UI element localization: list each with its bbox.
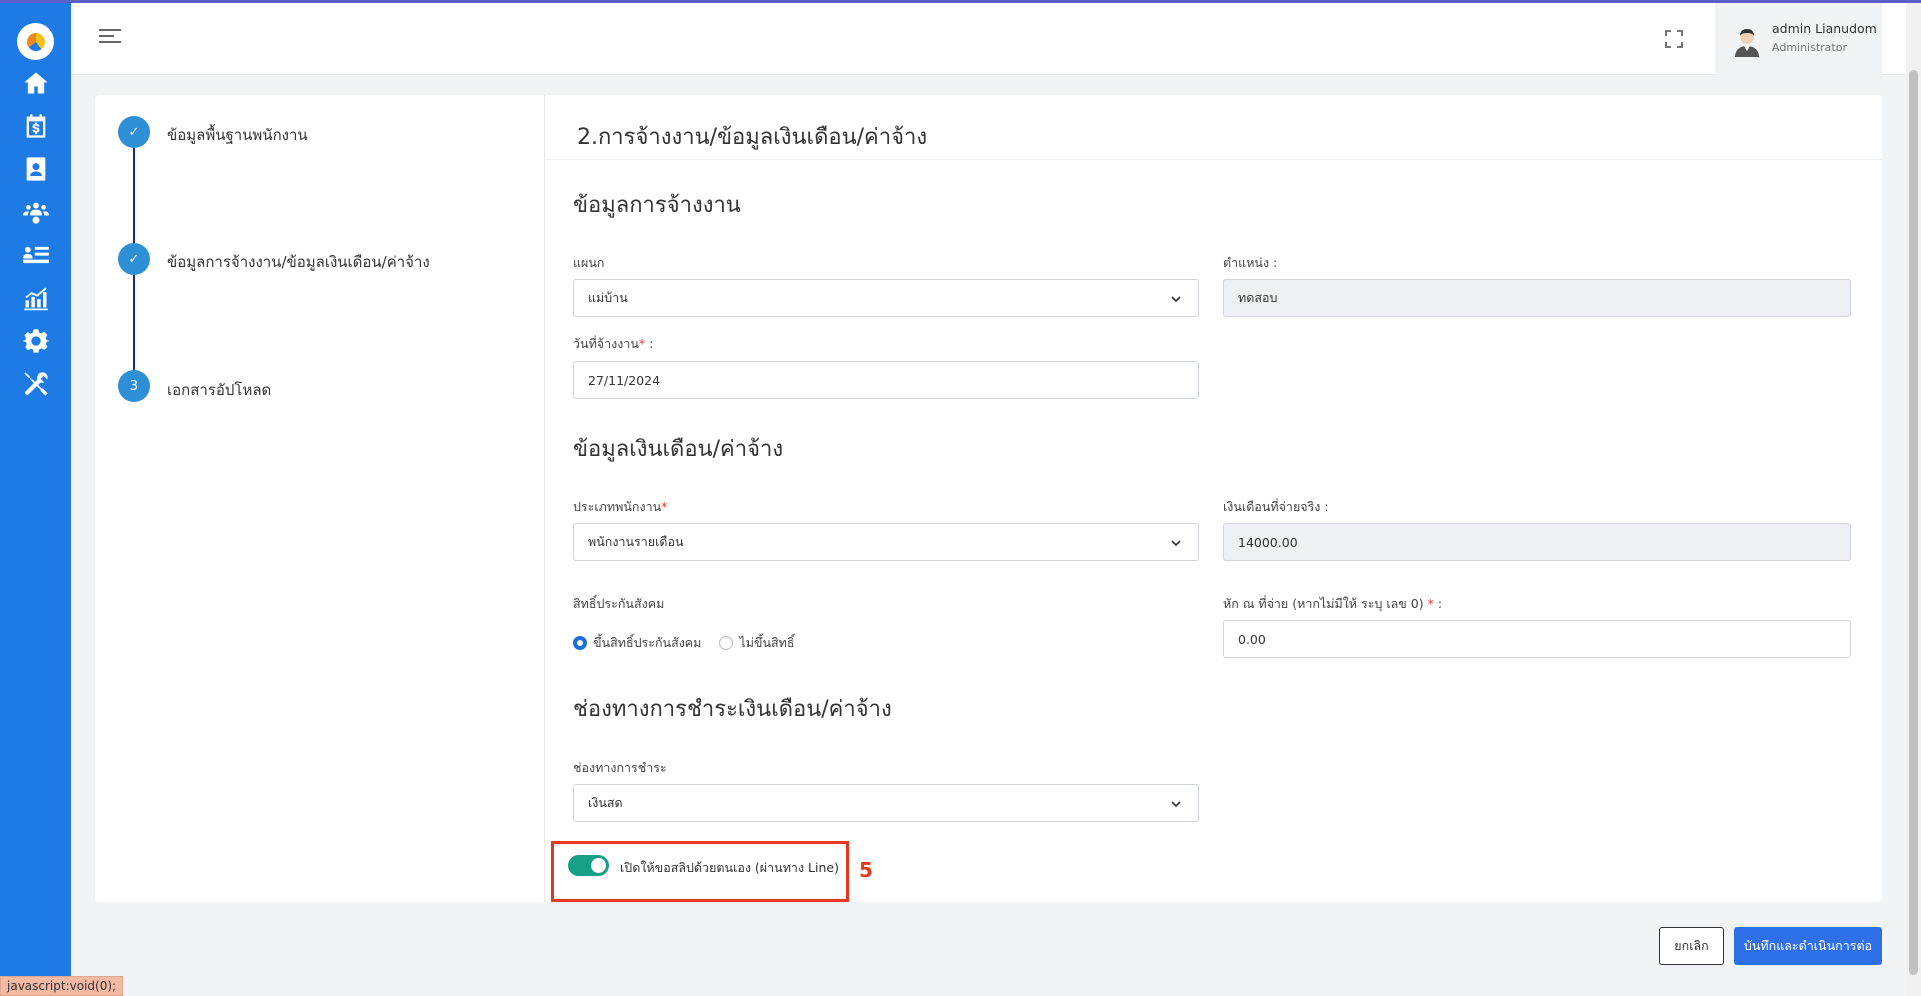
actual-salary-value: 14000.00 [1238,534,1298,550]
social-security-yes-radio[interactable] [573,636,587,650]
user-name: admin Lianudom [1772,21,1877,36]
social-security-label: สิทธิ์ประกันสังคม [573,596,665,611]
withholding-label: หัก ณ ที่จ่าย (หากไม่มีให้ ระบุ เลข 0) *… [1223,596,1443,611]
department-label: แผนก [573,255,605,270]
employment-section-title: ข้อมูลการจ้างงาน [573,193,741,218]
team-settings-icon[interactable] [21,197,51,227]
payment-channel-value: เงินสด [588,795,623,810]
payment-channel-select[interactable]: เงินสด [573,784,1199,822]
report-chart-icon[interactable] [21,283,51,313]
user-list-icon[interactable] [21,240,51,270]
employee-type-label: ประเภทพนักงาน* [573,499,668,514]
position-value: ทดสอบ [1238,290,1278,305]
hire-date-input[interactable]: 27/11/2024 [573,361,1199,399]
home-icon[interactable] [21,68,51,98]
step-1-label[interactable]: ข้อมูลพื้นฐานพนักงาน [167,123,308,147]
logo-mark [26,32,45,51]
social-security-yes-label[interactable]: ขึ้นสิทธิ์ประกันสังคม [593,633,701,653]
position-field[interactable]: ทดสอบ [1223,279,1851,317]
step-2-label[interactable]: ข้อมูลการจ้างงาน/ข้อมูลเงินเดือน/ค่าจ้าง [167,250,430,274]
step-2-check-icon[interactable]: ✓ [118,243,150,275]
chevron-down-icon [1171,801,1181,808]
social-security-radio-group: ขึ้นสิทธิ์ประกันสังคม ไม่ขึ้นสิทธิ์ [573,633,813,653]
employee-type-select[interactable]: พนักงานรายเดือน [573,523,1199,561]
salary-section-title: ข้อมูลเงินเดือน/ค่าจ้าง [573,437,784,462]
form-area: 2.การจ้างงาน/ข้อมูลเงินเดือน/ค่าจ้าง ข้อ… [546,95,1882,902]
chevron-down-icon [1171,540,1181,547]
menu-toggle-icon[interactable] [99,29,121,47]
title-divider [546,159,1882,160]
employee-contact-icon[interactable] [21,154,51,184]
sidebar [0,3,71,996]
user-menu[interactable]: admin Lianudom Administrator [1715,3,1882,75]
cancel-button[interactable]: ยกเลิก [1659,927,1724,965]
browser-status-bar: javascript:void(0); [0,976,124,996]
employee-form-card: ✓ ข้อมูลพื้นฐานพนักงาน ✓ ข้อมูลการจ้างงา… [95,95,1882,902]
step-3-number[interactable]: 3 [118,370,150,402]
actual-salary-label: เงินเดือนที่จ่ายจริง : [1223,499,1329,514]
top-header: admin Lianudom Administrator [71,3,1906,75]
department-select[interactable]: แม่บ้าน [573,279,1199,317]
toggle-knob [591,858,606,873]
step-connector [133,146,135,246]
actual-salary-field[interactable]: 14000.00 [1223,523,1851,561]
step-connector [133,273,135,375]
step-1-check-icon[interactable]: ✓ [118,116,150,148]
payment-section-title: ช่องทางการชำระเงินเดือน/ค่าจ้าง [573,697,892,722]
withholding-input[interactable]: 0.00 [1223,620,1851,658]
chevron-down-icon [1171,296,1181,303]
department-value: แม่บ้าน [588,290,628,305]
withholding-value: 0.00 [1238,631,1266,647]
step-indicator: ✓ ข้อมูลพื้นฐานพนักงาน ✓ ข้อมูลการจ้างงา… [95,95,545,902]
annotation-number: 5 [859,858,873,882]
gear-icon[interactable] [21,326,51,356]
save-continue-button[interactable]: บันทึกและดำเนินการต่อ [1734,927,1882,965]
step-3-label[interactable]: เอกสารอัปโหลด [167,378,271,402]
tools-icon[interactable] [21,369,51,399]
payment-channel-label: ช่องทางการชำระ [573,760,667,775]
hire-date-label: วันที่จ้างงาน* : [573,336,654,351]
self-slip-toggle-label[interactable]: เปิดให้ขอสลิปด้วยตนเอง (ผ่านทาง Line) [620,858,839,878]
employee-type-value: พนักงานรายเดือน [588,534,684,549]
social-security-no-radio[interactable] [719,636,734,650]
payroll-calendar-icon[interactable] [21,111,51,141]
fullscreen-icon[interactable] [1665,30,1683,48]
app-logo[interactable] [17,23,54,60]
hire-date-value: 27/11/2024 [588,372,661,388]
page-title: 2.การจ้างงาน/ข้อมูลเงินเดือน/ค่าจ้าง [577,125,928,150]
avatar [1735,29,1759,57]
user-role: Administrator [1772,41,1847,54]
page-scrollbar-thumb[interactable] [1909,70,1918,975]
social-security-no-label[interactable]: ไม่ขึ้นสิทธิ์ [739,633,794,653]
position-label: ตำแหน่ง : [1223,255,1278,270]
self-slip-toggle[interactable] [568,855,609,876]
